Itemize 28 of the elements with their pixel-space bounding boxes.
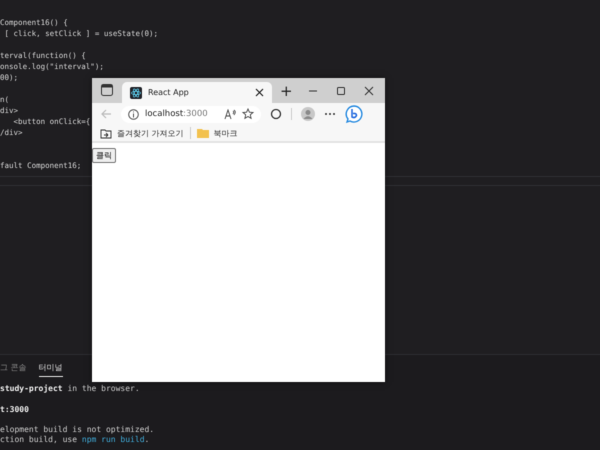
panel-tab[interactable]: 그 콘솔: [0, 362, 27, 377]
panel-tab[interactable]: 터미널: [38, 362, 63, 377]
terminal-line: t:3000: [0, 404, 29, 414]
info-icon: [128, 108, 139, 120]
read-aloud-icon[interactable]: [224, 108, 236, 120]
address-bar[interactable]: localhost:3000: [121, 106, 261, 122]
url-text: localhost:3000: [145, 109, 208, 119]
tabs-icon[interactable]: [100, 83, 114, 97]
terminal-line: ction build, use npm run build.: [0, 435, 150, 444]
favorites-item[interactable]: 즐겨찾기 가져오기: [100, 128, 184, 138]
folder-icon: [196, 128, 209, 138]
maximize-icon[interactable]: [336, 86, 346, 96]
favorites-item[interactable]: 북마크: [196, 128, 238, 138]
tab-title: React App: [148, 88, 190, 97]
terminal-line: study-project in the browser.: [0, 384, 140, 393]
terminal-line: elopment build is not optimized.: [0, 425, 154, 434]
chat-bubble-icon[interactable]: [345, 105, 363, 123]
new-tab-button[interactable]: +: [280, 82, 293, 100]
star-icon[interactable]: [242, 108, 254, 120]
avatar-icon[interactable]: [301, 107, 315, 121]
close-icon[interactable]: [364, 86, 374, 96]
click-button[interactable]: 클릭: [92, 148, 116, 163]
more-icon[interactable]: [324, 112, 336, 116]
extensions-icon[interactable]: [270, 108, 282, 120]
close-icon[interactable]: [255, 88, 264, 97]
import-icon: [100, 128, 112, 138]
react-logo-icon: [130, 86, 142, 98]
browser-tab[interactable]: React App: [122, 82, 272, 103]
